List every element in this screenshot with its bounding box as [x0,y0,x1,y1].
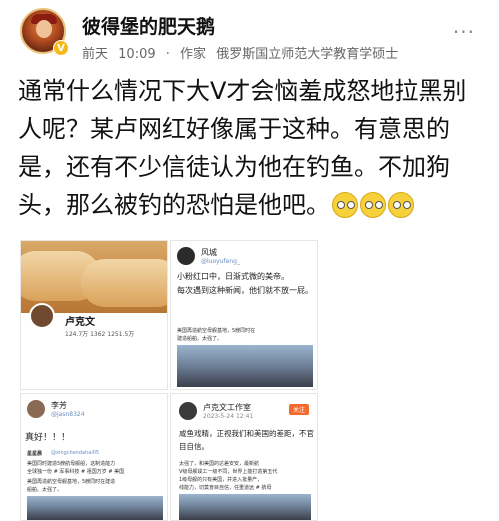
repost-line-3: 美国再造航空母舰基地，5艘同时在建造 [27,479,116,485]
post-header: V 彼得堡的肥天鹅 前天 10:09 · 作家 俄罗斯国立师范大学教育学硕士 ·… [0,0,499,68]
author-label: 作家 [180,47,207,62]
meta-separator: · [165,47,170,62]
post-line-1: 小粉红口中，日渐式微的美帝。 [177,272,289,281]
author-handle: @luoyufeng_ [201,258,240,265]
post-text-line: 通常什么情况下大V才会恼羞成怒地拉黑别 [18,77,467,105]
author-name: 卢克文工作室 [203,403,251,412]
detail-line-3: 1级母舰的只有美国，并进入批量产， [179,477,263,483]
post-image-4[interactable]: 卢克文工作室 2023-5-24 12:41 关注 咸鱼戏精，正视我们和美国的差… [170,393,318,521]
repost-line-1: 美国同时建造5艘航母舰船，这制造能力 [27,461,116,467]
author-description: 俄罗斯国立师范大学教育学硕士 [216,47,399,62]
caption-line-2: 建造船舶。太强了。 [177,336,223,342]
shipyard-photo [177,345,313,387]
author-avatar [177,247,195,265]
author-name: 风城 [201,248,217,257]
post-line-1: 咸鱼戏精，正视我们和美国的差距，不官 [179,429,314,438]
post-text-line: 人呢？某卢网红好像属于这种。有意思的 [18,115,450,143]
thinking-emoji-icon [360,192,386,218]
detail-line-4: 线能力，切莫盲目自信，任重道远 # 航母 [179,485,272,491]
post-time: 前天 [82,47,109,62]
detail-line-2: V级母舰竣工一级不同，世界上能打造第五代 [179,469,278,475]
shipyard-photo [27,496,163,520]
post-date: 2023-5-24 12:41 [203,413,254,420]
post-body: 通常什么情况下大V才会恼羞成怒地拉黑别 人呢？某卢网红好像属于这种。有意思的 是… [18,72,488,224]
repost-user: 星星晨 [27,451,43,457]
repost-line-2: 全球独一份 # 军事科技 # 祖国万岁 # 美国 [27,469,125,475]
post-image-1[interactable]: 卢克文 124.7万 1362 1251.5万 [20,240,168,390]
post-meta: 前天 10:09 · 作家 俄罗斯国立师范大学教育学硕士 [82,43,404,62]
author-avatar [179,402,197,420]
post-line-2: 目自信。 [179,442,209,451]
profile-stats: 124.7万 1362 1251.5万 [65,331,135,338]
profile-name: 卢克文 [65,317,95,328]
profile-avatar [29,303,55,329]
post-clock: 10:09 [118,47,156,62]
thinking-emoji-icon [332,192,358,218]
caption-line-1: 美国再造航空母舰基地，5艘同时在 [177,328,256,334]
avatar-face-shape [36,20,52,38]
shipyard-photo [179,494,311,520]
author-name: 李芳 [51,401,67,410]
post-text-line: 是，还有不少信徒认为他在钓鱼。不加狗 [18,153,450,181]
post-line-2: 每次遇到这种新闻，他们就不放一屁。 [177,286,313,295]
username[interactable]: 彼得堡的肥天鹅 [82,12,215,39]
more-options-icon[interactable]: ··· [453,20,475,44]
author-avatar [27,400,45,418]
comment-text: 真好！！！ [25,433,71,443]
post-text-line-last: 头，那么被钓的恐怕是他吧。 [18,186,488,224]
follow-button[interactable]: 关注 [289,404,310,415]
post-image-2[interactable]: 风城 @luoyufeng_ 小粉红口中，日渐式微的美帝。 每次遇到这种新闻，他… [170,240,318,390]
verified-v-icon: V [53,40,69,56]
author-handle: @jasn8324 [51,411,85,418]
repost-handle: @xingchendahai05 [51,450,100,456]
thinking-emoji-icon [388,192,414,218]
repost-line-4: 船舶。太强了。 [27,487,63,493]
post-text-line: 头，那么被钓的恐怕是他吧。 [18,191,330,219]
post-image-3[interactable]: 李芳 @jasn8324 真好！！！ 星星晨 @xingchendahai05 … [20,393,168,521]
detail-line-1: 太强了，和美国的达差安安，最新航 [179,461,260,467]
